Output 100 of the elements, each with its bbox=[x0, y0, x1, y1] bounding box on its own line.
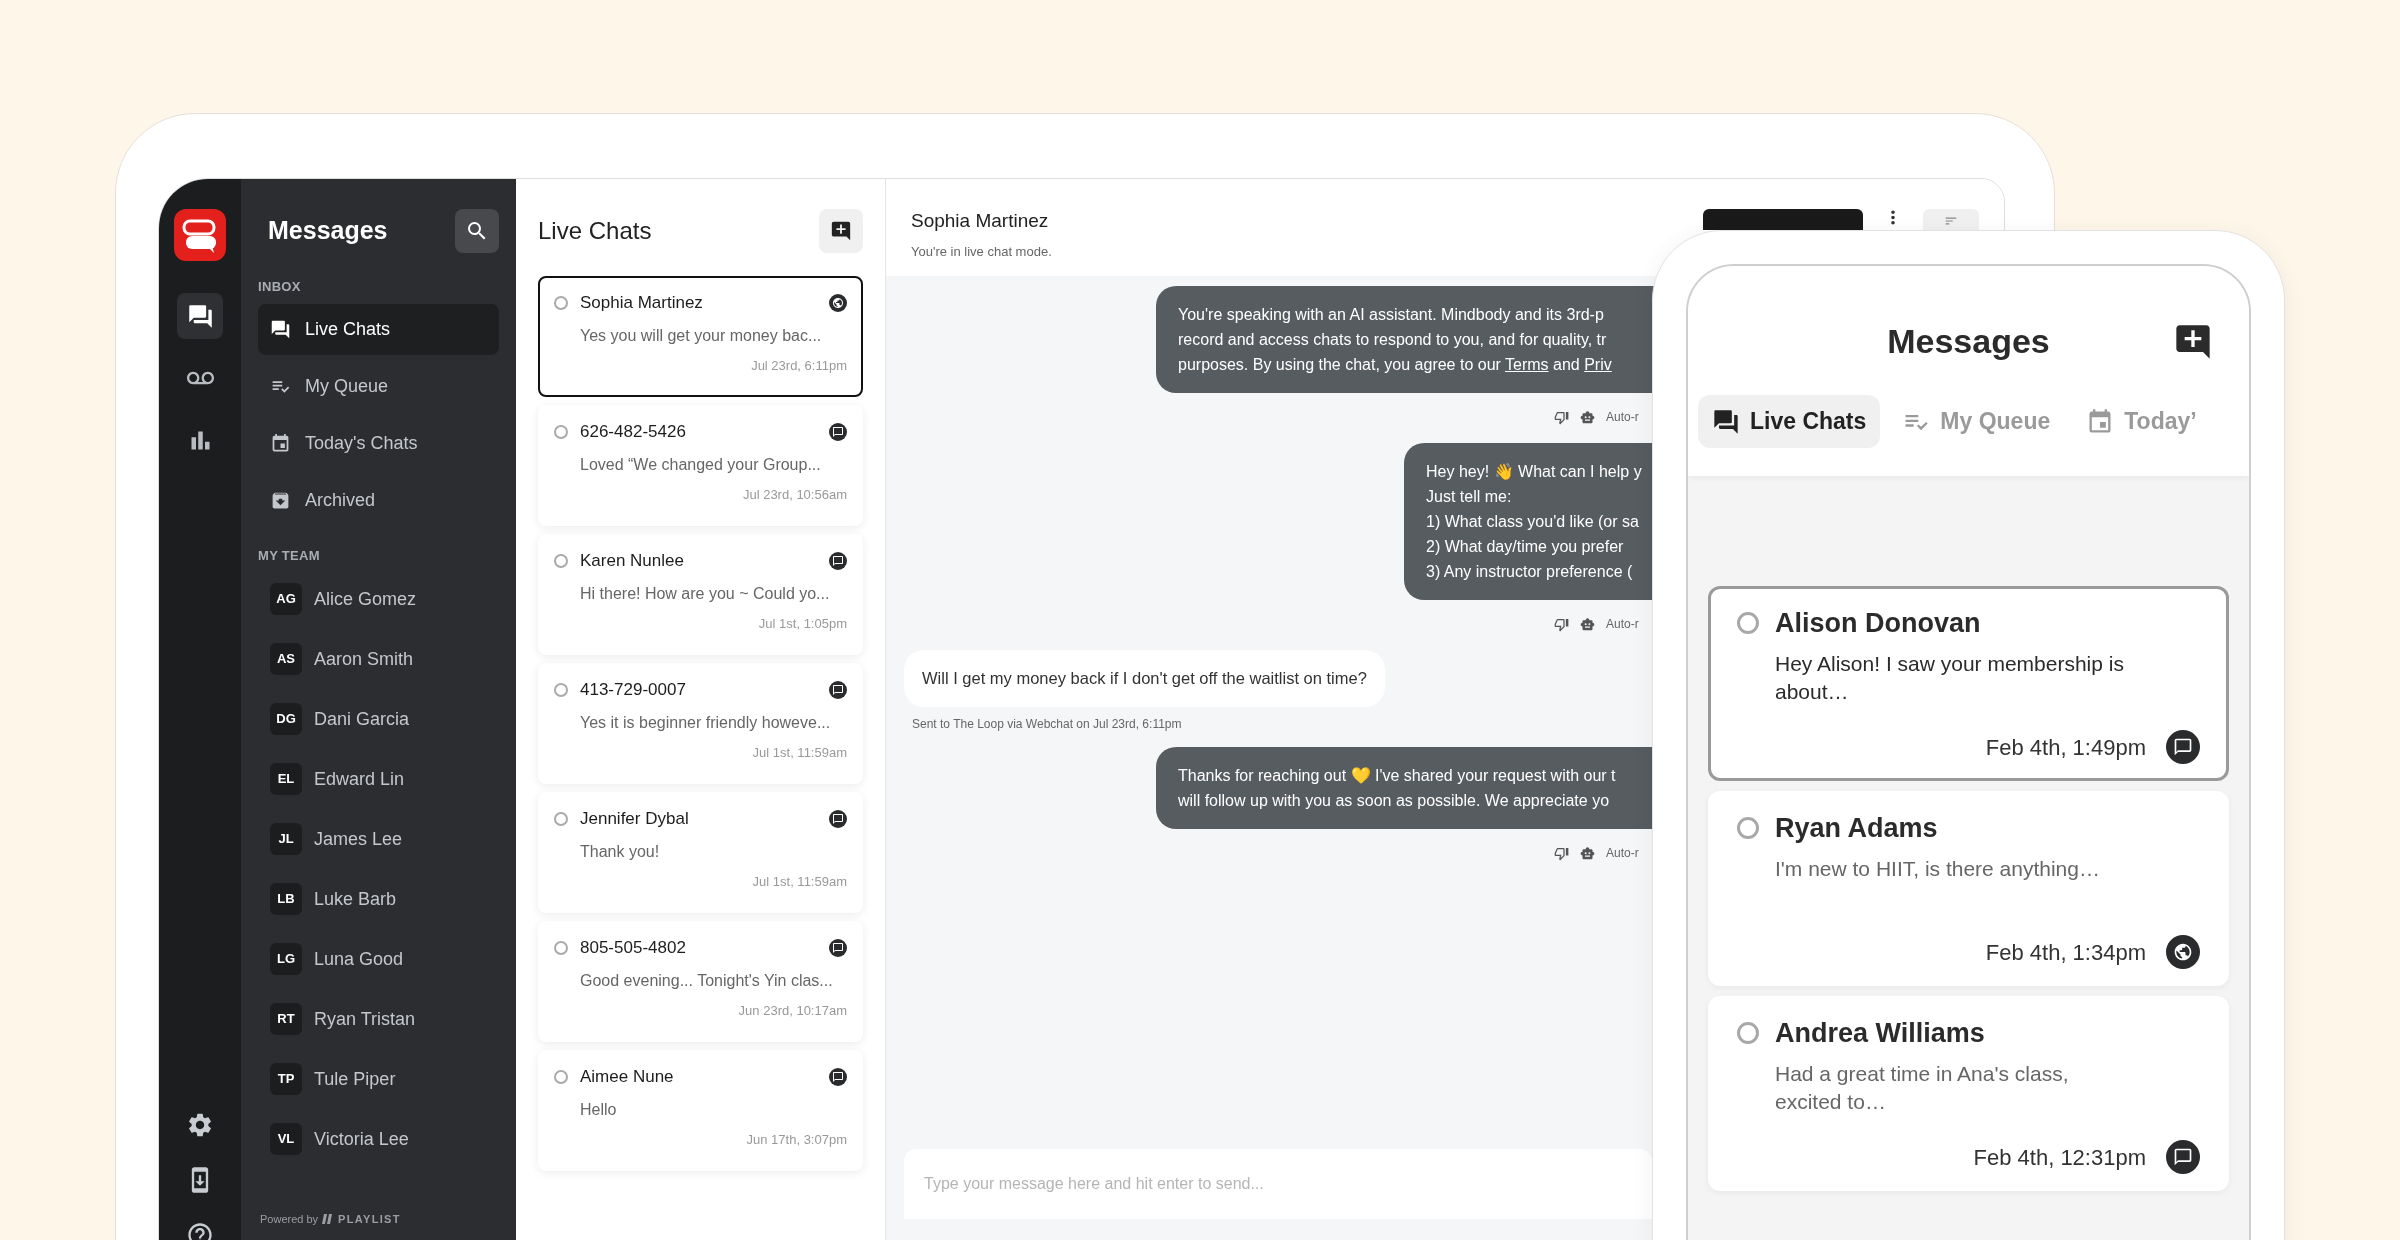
conversation-card[interactable]: Karen Nunlee Hi there! How are you ~ Could yo... Jul 1st, 1:05pm bbox=[538, 534, 863, 655]
message-preview: Had a great time in Ana's class, excited to… bbox=[1775, 1060, 2070, 1115]
conversation-card[interactable]: 626-482-5426 Loved “We changed your Group... Jul 23rd, 10:56am bbox=[538, 405, 863, 526]
section-label: MY TEAM bbox=[258, 546, 321, 565]
member-name: Tule Piper bbox=[314, 1067, 396, 1091]
timestamp: Jun 17th, 3:07pm bbox=[746, 1130, 847, 1149]
avatar: DG bbox=[270, 703, 302, 735]
member-name: Alice Gomez bbox=[314, 587, 417, 611]
message-preview: I'm new to HIIT, is there anything… bbox=[1775, 855, 2101, 882]
message-preview: Yes you will get your money bac... bbox=[579, 325, 823, 346]
text-link[interactable]: Priv bbox=[1584, 356, 1612, 373]
member-name: Victoria Lee bbox=[314, 1127, 409, 1151]
avatar: LB bbox=[270, 883, 302, 915]
timestamp: Feb 4th, 1:34pm bbox=[1985, 938, 2146, 967]
message-preview: Hello bbox=[579, 1099, 618, 1120]
team-member[interactable]: EL Edward Lin bbox=[258, 749, 499, 809]
message-preview: Hey Alison! I saw your membership is about… bbox=[1775, 650, 2125, 705]
app-logo bbox=[174, 209, 226, 261]
member-name: Luna Good bbox=[314, 947, 404, 971]
auto-reply-label: Auto-r bbox=[1606, 845, 1639, 862]
conversation-card[interactable]: 413-729-0007 Yes it is beginner friendly howeve... Jul 1st, 11:59am bbox=[538, 663, 863, 784]
new-chat-button[interactable] bbox=[819, 209, 863, 253]
team-member[interactable]: VL Victoria Lee bbox=[258, 1109, 499, 1169]
message-line: Hey hey! 👋 What can I help y bbox=[1426, 462, 1642, 482]
team-member[interactable]: JL James Lee bbox=[258, 809, 499, 869]
message-line: Just tell me: bbox=[1426, 487, 1512, 507]
team-member[interactable]: LG Luna Good bbox=[258, 929, 499, 989]
conversation-card[interactable]: Jennifer Dybal Thank you! Jul 1st, 11:59am bbox=[538, 792, 863, 913]
message-line: record and access chats to respond to you, and for quality, tr bbox=[1178, 330, 1607, 350]
calendar-icon bbox=[270, 432, 291, 454]
team-member[interactable]: TP Tule Piper bbox=[258, 1049, 499, 1109]
message-preview: Yes it is beginner friendly howeve... bbox=[579, 712, 832, 733]
contact-name: Sophia Martinez bbox=[911, 209, 1050, 233]
avatar: AG bbox=[270, 583, 302, 615]
inbox-item[interactable]: Today's Chats bbox=[258, 417, 499, 469]
avatar: RT bbox=[270, 1003, 302, 1035]
settings-icon[interactable] bbox=[186, 1111, 214, 1139]
robot-icon bbox=[1580, 845, 1595, 861]
inbox-item[interactable]: My Queue bbox=[258, 360, 499, 412]
chat-icon bbox=[1712, 407, 1740, 436]
timestamp: Jul 23rd, 10:56am bbox=[742, 485, 847, 504]
brand-name: PLAYLIST bbox=[338, 1211, 401, 1227]
thumbs-down-icon[interactable] bbox=[1554, 845, 1569, 861]
message-line: 1) What class you'd like (or sa bbox=[1426, 512, 1639, 532]
timestamp: Jul 1st, 11:59am bbox=[752, 743, 847, 762]
robot-icon bbox=[1580, 616, 1595, 632]
new-chat-icon bbox=[830, 220, 852, 242]
timestamp: Jul 23rd, 6:11pm bbox=[751, 356, 847, 375]
text-link[interactable]: Terms bbox=[1505, 356, 1549, 373]
avatar: AS bbox=[270, 643, 302, 675]
conversation-card[interactable]: 805-505-4802 Good evening... Tonight's Yin clas... Jun 23rd, 10:17am bbox=[538, 921, 863, 1042]
member-name: Luke Barb bbox=[314, 887, 397, 911]
conversation-card[interactable]: Andrea Williams Had a great time in Ana's class, excited to… Feb 4th, 12:31pm bbox=[1708, 996, 2229, 1191]
search-button[interactable] bbox=[455, 209, 499, 253]
message-preview: Hi there! How are you ~ Could yo... bbox=[579, 583, 831, 604]
contact-name: Alison Donovan bbox=[1775, 607, 1981, 640]
timestamp: Jul 1st, 11:59am bbox=[752, 872, 847, 891]
timestamp: Feb 4th, 12:31pm bbox=[1973, 1143, 2146, 1172]
message-line: 3) Any instructor preference ( bbox=[1426, 562, 1633, 582]
message-preview: Good evening... Tonight's Yin clas... bbox=[579, 970, 834, 991]
thumbs-down-icon[interactable] bbox=[1554, 616, 1569, 632]
thumbs-down-icon[interactable] bbox=[1554, 409, 1569, 425]
team-member[interactable]: RT Ryan Tristan bbox=[258, 989, 499, 1049]
chat-icon[interactable] bbox=[177, 293, 223, 339]
contact-name: Sophia Martinez bbox=[580, 292, 703, 314]
powered-by-text: Powered by bbox=[260, 1211, 319, 1227]
conversation-card[interactable]: Sophia Martinez Yes you will get your money bac... Jul 23rd, 6:11pm bbox=[538, 276, 863, 397]
message-line: 2) What day/time you prefer bbox=[1426, 537, 1624, 557]
message-line: You're speaking with an AI assistant. Mindbody and its 3rd-p bbox=[1178, 305, 1604, 325]
conversation-card[interactable]: Ryan Adams I'm new to HIIT, is there anything… Feb 4th, 1:34pm bbox=[1708, 791, 2229, 986]
team-member[interactable]: AS Aaron Smith bbox=[258, 629, 499, 689]
avatar: LG bbox=[270, 943, 302, 975]
message-line: purposes. By using the chat, you agree to our Terms and Priv bbox=[1178, 355, 1612, 375]
avatar: TP bbox=[270, 1063, 302, 1095]
message-line: will follow up with you as soon as possible. We appreciate yo bbox=[1178, 791, 1610, 811]
inbox-item[interactable]: Archived bbox=[258, 474, 499, 526]
chat-icon bbox=[270, 318, 291, 340]
message-preview: Loved “We changed your Group... bbox=[579, 454, 822, 475]
contact-name: Andrea Williams bbox=[1775, 1017, 1985, 1050]
list-title: Live Chats bbox=[538, 216, 652, 246]
message-input[interactable]: Type your message here and hit enter to send... bbox=[904, 1149, 1652, 1219]
team-member[interactable]: LB Luke Barb bbox=[258, 869, 499, 929]
conversation-card[interactable]: Alison Donovan Hey Alison! I saw your membership is about… Feb 4th, 1:49pm bbox=[1708, 586, 2229, 781]
panel-title: Messages bbox=[267, 215, 388, 247]
avatar: JL bbox=[270, 823, 302, 855]
contact-name: Ryan Adams bbox=[1775, 812, 1938, 845]
member-name: Ryan Tristan bbox=[314, 1007, 416, 1031]
brand-mark-icon bbox=[322, 1213, 335, 1224]
team-member[interactable]: DG Dani Garcia bbox=[258, 689, 499, 749]
inbox-item[interactable]: Live Chats bbox=[258, 303, 499, 355]
member-name: Edward Lin bbox=[314, 767, 405, 791]
team-member[interactable]: AG Alice Gomez bbox=[258, 569, 499, 629]
chat-mode-text: You're in live chat mode. bbox=[911, 242, 1052, 261]
tab[interactable]: Live Chats bbox=[1698, 395, 1881, 448]
auto-reply-label: Auto-r bbox=[1606, 616, 1639, 633]
member-name: Dani Garcia bbox=[314, 707, 410, 731]
message-caption: Sent to The Loop via Webchat on Jul 23rd, 6:11pm bbox=[911, 716, 1182, 733]
section-label: INBOX bbox=[258, 278, 302, 296]
conversation-card[interactable]: Aimee Nune Hello Jun 17th, 3:07pm bbox=[538, 1050, 863, 1171]
contact-name: Aimee Nune bbox=[580, 1066, 674, 1088]
